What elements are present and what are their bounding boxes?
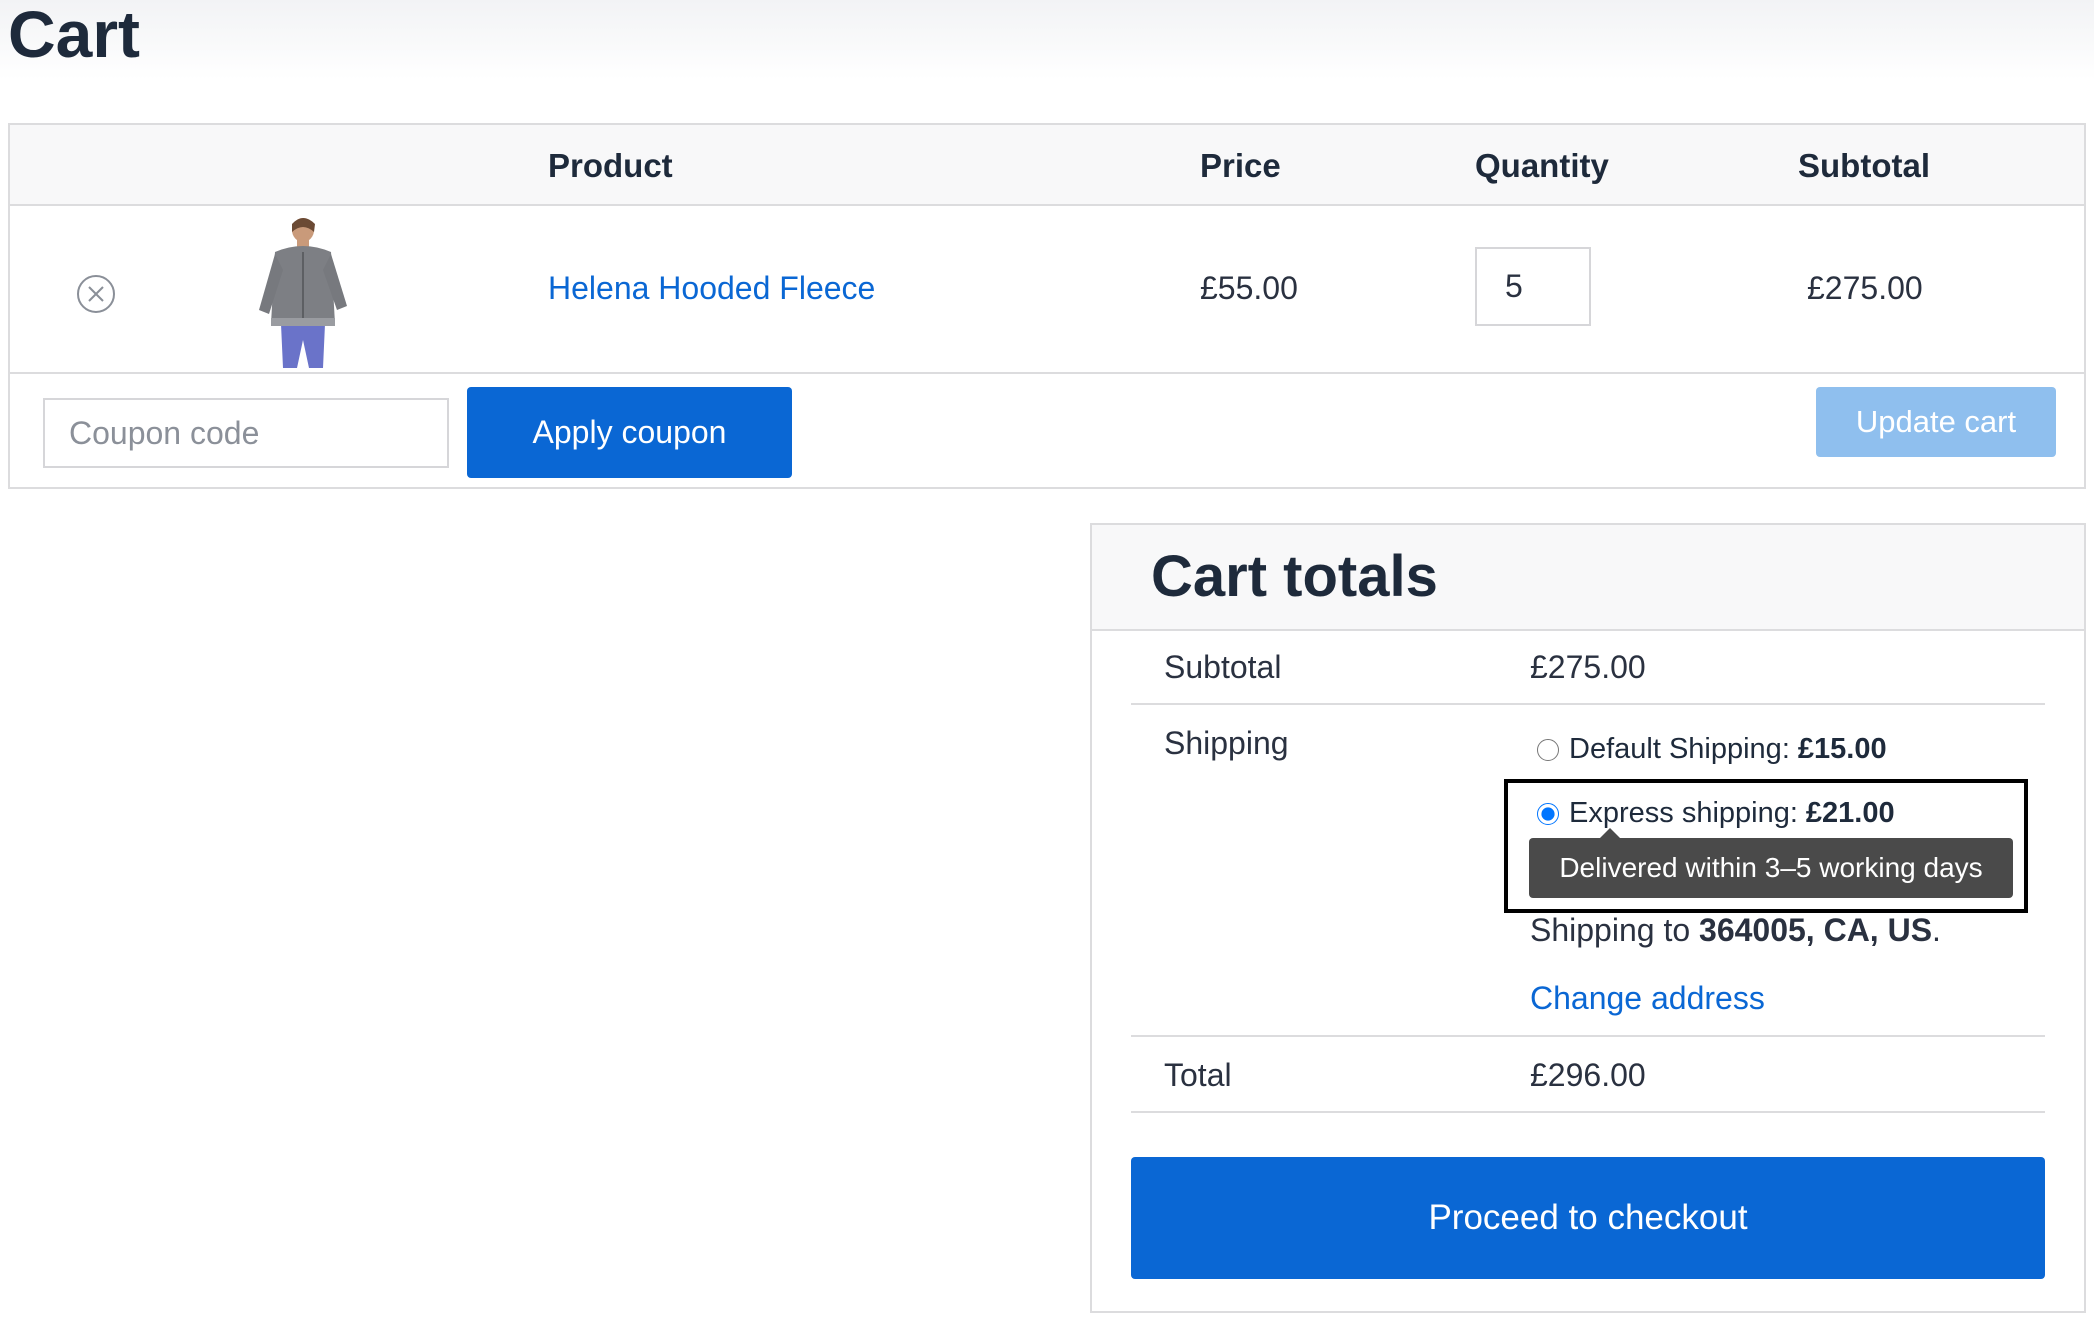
shipping-to-suffix: . — [1932, 912, 1941, 948]
apply-coupon-button[interactable]: Apply coupon — [467, 387, 792, 478]
header-product: Product — [548, 147, 673, 184]
shipping-option-default[interactable]: Default Shipping: £15.00 — [1537, 733, 1887, 766]
product-price: £55.00 — [1200, 270, 1298, 306]
cart-actions: Apply coupon Update cart — [10, 374, 2084, 487]
cart-totals-panel: Cart totals Subtotal £275.00 Shipping De… — [1090, 523, 2086, 1313]
divider — [1131, 1035, 2045, 1037]
shipping-radio-default[interactable] — [1537, 738, 1559, 761]
shipping-label: Shipping — [1164, 725, 1289, 761]
header-quantity: Quantity — [1475, 147, 1609, 184]
divider — [1131, 703, 2045, 705]
product-name-link[interactable]: Helena Hooded Fleece — [548, 270, 875, 307]
cart-totals-title: Cart totals — [1151, 544, 1438, 609]
divider — [1131, 1111, 2045, 1113]
update-cart-button[interactable]: Update cart — [1816, 387, 2056, 457]
total-label: Total — [1164, 1057, 1232, 1093]
cart-totals-header: Cart totals — [1092, 525, 2084, 631]
highlight-box — [1504, 779, 2028, 913]
remove-circle-x-icon[interactable] — [76, 274, 116, 314]
header-price: Price — [1200, 147, 1281, 184]
total-value: £296.00 — [1530, 1057, 1646, 1093]
subtotal-value: £275.00 — [1530, 649, 1646, 685]
shipping-option-default-label: Default Shipping: — [1569, 733, 1790, 765]
shipping-to-destination: 364005, CA, US — [1699, 912, 1933, 948]
quantity-input[interactable] — [1475, 247, 1591, 326]
shipping-destination: Shipping to 364005, CA, US. — [1530, 912, 1941, 949]
cart-table: Product Price Quantity Subtotal Helena H… — [8, 123, 2086, 489]
proceed-to-checkout-button[interactable]: Proceed to checkout — [1131, 1157, 2045, 1279]
page-title: Cart — [8, 0, 141, 71]
header-subtotal: Subtotal — [1798, 147, 1930, 184]
shipping-to-prefix: Shipping to — [1530, 912, 1691, 948]
cart-table-header: Product Price Quantity Subtotal — [10, 125, 2084, 206]
line-subtotal: £275.00 — [1807, 270, 1923, 306]
coupon-code-input[interactable] — [43, 398, 449, 468]
change-address-link[interactable]: Change address — [1530, 980, 1765, 1017]
shipping-option-default-price: £15.00 — [1797, 733, 1887, 765]
product-thumbnail[interactable] — [245, 212, 355, 368]
subtotal-label: Subtotal — [1164, 649, 1282, 685]
top-gradient-bar — [0, 0, 2094, 80]
cart-item-row: Helena Hooded Fleece £55.00 £275.00 — [10, 206, 2084, 374]
